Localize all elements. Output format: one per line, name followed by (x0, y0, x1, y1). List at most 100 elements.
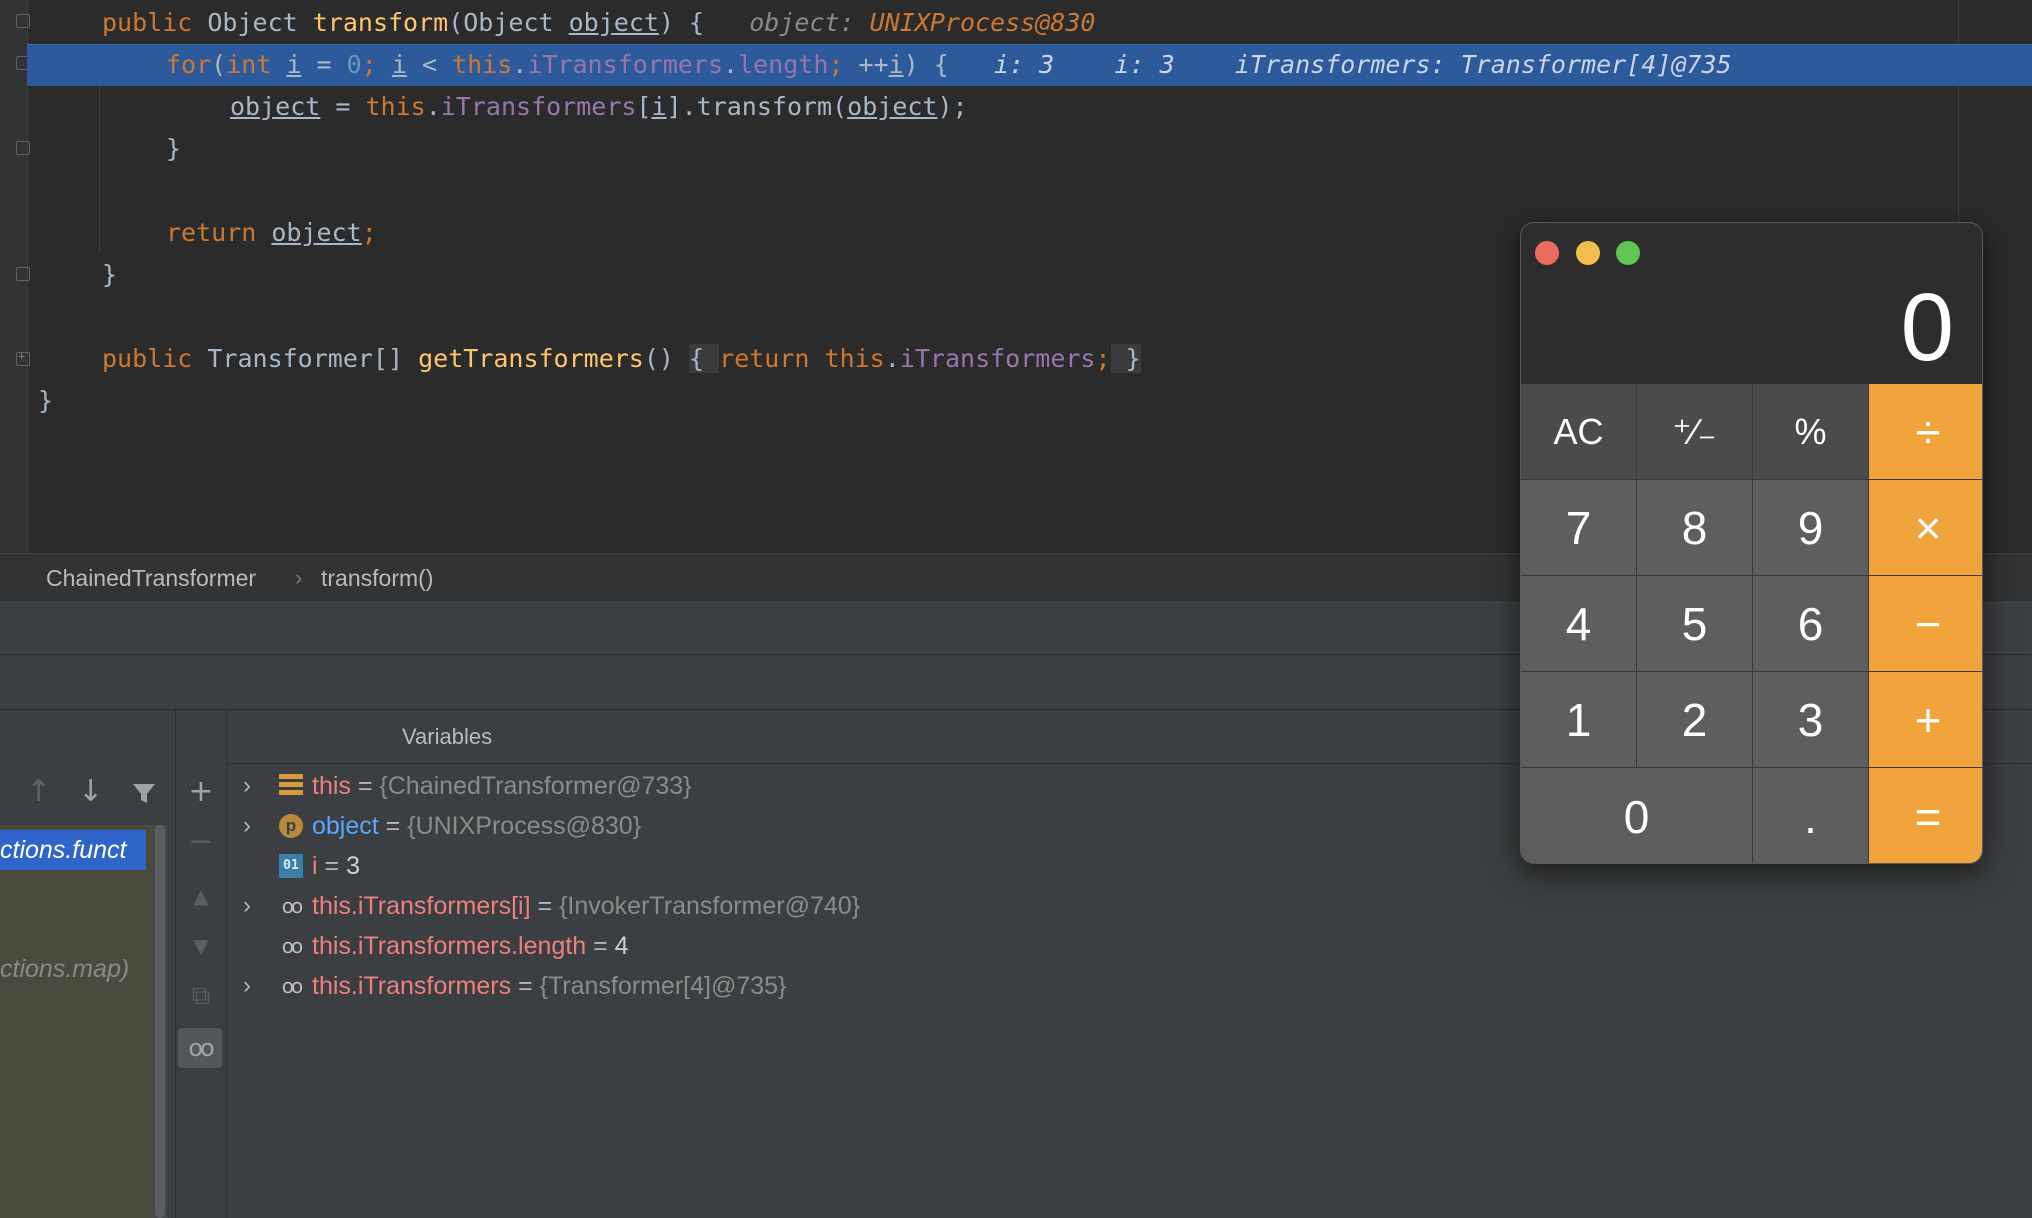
code-text: < (406, 50, 453, 79)
inline-value-hint: object: (749, 8, 855, 37)
code-line-current: for(int i = 0; i < this.iTransformers.le… (166, 44, 1732, 86)
scrollbar-thumb[interactable] (155, 825, 165, 1218)
code-line: object = this.iTransformers[i].transform… (230, 86, 968, 128)
code-text: ++ (843, 50, 889, 79)
variable: object (230, 92, 321, 121)
code-text: ( (211, 50, 227, 79)
variable-value: {UNIXProcess@830} (407, 812, 642, 840)
digit-3-button[interactable]: 3 (1753, 672, 1868, 767)
subtract-button[interactable]: − (1869, 576, 1982, 671)
breadcrumb-method[interactable]: transform() (321, 554, 433, 602)
filter-icon[interactable] (130, 772, 158, 812)
code-text: ) { (903, 50, 949, 79)
inline-value-hint: i: 3 (1114, 50, 1175, 79)
calculator-keypad: AC ⁺∕₋ % ÷ 7 8 9 × 4 5 6 − 1 2 3 + 0 . = (1521, 384, 1982, 863)
equals-sign: = (317, 852, 347, 880)
multiply-button[interactable]: × (1869, 480, 1982, 575)
breadcrumb-class[interactable]: ChainedTransformer (46, 554, 256, 602)
remove-watch-icon[interactable]: − (176, 822, 226, 862)
variable: object (847, 92, 938, 121)
parameter-icon: p (279, 814, 303, 838)
keyword: return (166, 218, 257, 247)
fold-marker[interactable] (16, 14, 30, 28)
expand-chevron-icon[interactable]: › (243, 806, 251, 846)
digit-8-button[interactable]: 8 (1637, 480, 1752, 575)
code-text: . (723, 50, 739, 79)
expand-chevron-icon[interactable]: › (243, 766, 251, 806)
divide-button[interactable]: ÷ (1869, 384, 1982, 479)
variable-name: this.iTransformers.length (312, 932, 587, 960)
variable-entry: object = {UNIXProcess@830} (312, 806, 641, 846)
fold-expand-icon[interactable] (16, 349, 30, 366)
keyword: public (102, 8, 193, 37)
minimize-window-icon[interactable] (1576, 241, 1600, 265)
digit-0-button[interactable]: 0 (1521, 768, 1752, 863)
keyword: for (166, 50, 212, 79)
frame-list[interactable]: ctions.funct ctions.map) (0, 825, 156, 1218)
arrow-up-icon[interactable]: ↑ (26, 772, 51, 812)
frame-item[interactable]: ctions.map) (0, 949, 129, 989)
digit-2-button[interactable]: 2 (1637, 672, 1752, 767)
percent-button[interactable]: % (1753, 384, 1868, 479)
digit-7-button[interactable]: 7 (1521, 480, 1636, 575)
zoom-window-icon[interactable] (1616, 241, 1640, 265)
watches-toggle-icon[interactable]: oo (178, 1028, 222, 1068)
equals-sign: = (586, 932, 615, 960)
panel-title: Variables (402, 724, 493, 749)
variable: object (271, 218, 362, 247)
arrow-down-icon[interactable]: ↓ (78, 772, 103, 812)
code-text: ; (1095, 344, 1111, 373)
variable-value: 3 (346, 852, 360, 880)
code-line: return object; (166, 212, 377, 254)
move-up-icon[interactable]: ▲ (176, 876, 226, 916)
variable-value: {ChainedTransformer@733} (379, 772, 692, 800)
code-text: . (425, 92, 441, 121)
variable: i (888, 50, 904, 79)
fold-marker[interactable] (16, 141, 30, 155)
equals-sign: = (511, 972, 540, 1000)
calculator-window[interactable]: 0 AC ⁺∕₋ % ÷ 7 8 9 × 4 5 6 − 1 2 3 + 0 .… (1520, 222, 1983, 864)
code-line: public Transformer[] getTransformers() {… (102, 338, 1141, 380)
digit-4-button[interactable]: 4 (1521, 576, 1636, 671)
expand-chevron-icon[interactable]: › (243, 886, 251, 926)
variable-entry: this.iTransformers.length = 4 (312, 926, 629, 966)
expand-chevron-icon[interactable]: › (243, 966, 251, 1006)
indent-guide (99, 58, 100, 253)
copy-icon[interactable]: ⧉ (176, 976, 226, 1016)
add-button[interactable]: + (1869, 672, 1982, 767)
close-window-icon[interactable] (1535, 241, 1559, 265)
digit-1-button[interactable]: 1 (1521, 672, 1636, 767)
decimal-button[interactable]: . (1753, 768, 1868, 863)
variable-value: 4 (614, 932, 629, 960)
code-line: } (102, 260, 118, 289)
keyword: int (226, 50, 272, 79)
inline-value-hint: i: 3 (993, 50, 1055, 79)
frame-item-selected[interactable]: ctions.funct (0, 830, 146, 870)
object-stack-icon (279, 774, 303, 798)
frames-scrollbar[interactable] (153, 825, 167, 1218)
folded-region[interactable]: { (689, 344, 720, 373)
equals-button[interactable]: = (1869, 768, 1982, 863)
move-down-icon[interactable]: ▼ (176, 926, 226, 966)
digit-6-button[interactable]: 6 (1753, 576, 1868, 671)
digit-9-button[interactable]: 9 (1753, 480, 1868, 575)
folded-region[interactable]: } (1110, 344, 1141, 373)
watch-glasses-icon: oo (281, 894, 303, 918)
variable-entry: i = 3 (312, 846, 360, 886)
variable: i (651, 92, 667, 121)
clear-button[interactable]: AC (1521, 384, 1636, 479)
sign-toggle-button[interactable]: ⁺∕₋ (1637, 384, 1752, 479)
keyword: this (365, 92, 426, 121)
field: iTransformers (899, 344, 1096, 373)
add-watch-icon[interactable]: + (176, 772, 226, 812)
inline-value-hint: UNIXProcess@830 (869, 8, 1096, 37)
code-text: Object (192, 8, 313, 37)
fold-marker[interactable] (16, 267, 30, 281)
variable: i (391, 50, 407, 79)
variable-name: object (312, 812, 379, 840)
digit-5-button[interactable]: 5 (1637, 576, 1752, 671)
